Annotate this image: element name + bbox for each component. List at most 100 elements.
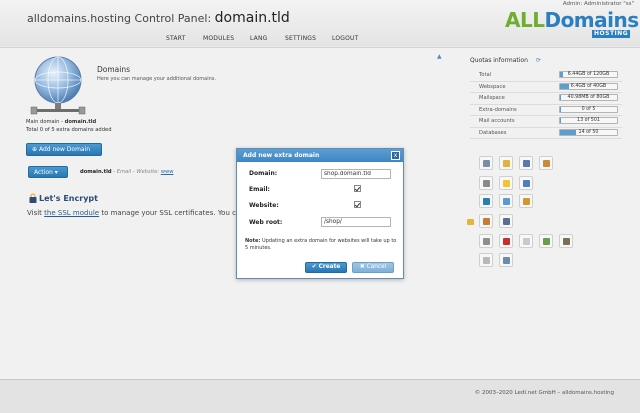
users-icon[interactable] bbox=[479, 156, 493, 170]
letsencrypt-title: Let's Encrypt bbox=[26, 194, 98, 203]
row-domain-meta: - Email - Website: bbox=[113, 169, 160, 175]
add-domain-button[interactable]: ⊕ Add new Domain bbox=[26, 143, 102, 156]
nav-settings[interactable]: SETTINGS bbox=[285, 35, 316, 42]
main-domain-line: Main domain - domain.tld bbox=[26, 119, 96, 125]
quota-value: 6.44GB of 120GB bbox=[567, 72, 610, 77]
create-button[interactable]: ✔ Create bbox=[305, 262, 347, 273]
folder-icon-glyph bbox=[503, 160, 510, 167]
lock-icon[interactable] bbox=[519, 194, 533, 208]
refresh-icon[interactable]: ⟳ bbox=[536, 57, 541, 64]
quota-value: 6.4GB of 40GB bbox=[570, 83, 607, 89]
footer: © 2003–2020 LedI.net GmbH – alldomains.h… bbox=[0, 379, 640, 413]
wordpress-icon[interactable] bbox=[479, 194, 493, 208]
quota-bar: 0 of 5 bbox=[559, 105, 618, 113]
chart-icon-glyph bbox=[543, 238, 550, 245]
globe-icon-glyph bbox=[503, 198, 510, 205]
folder-picker-icon[interactable] bbox=[467, 219, 474, 225]
le-text-suffix: to manage your SSL certificates. You can bbox=[101, 209, 237, 217]
quota-label: Mail accounts bbox=[479, 118, 515, 124]
tools-icon-glyph bbox=[483, 180, 490, 187]
quota-bar: 13 of 501 bbox=[559, 117, 618, 124]
close-icon[interactable]: x bbox=[391, 151, 400, 160]
folder-icon[interactable] bbox=[499, 156, 513, 170]
email-checkbox[interactable] bbox=[354, 185, 361, 192]
chart-icon[interactable] bbox=[539, 234, 553, 248]
database-icon-glyph bbox=[483, 238, 490, 245]
nav-logout[interactable]: LOGOUT bbox=[332, 35, 358, 42]
blocks-icon-glyph bbox=[503, 218, 510, 225]
image-icon-glyph bbox=[563, 238, 570, 245]
row-www-link[interactable]: www bbox=[161, 169, 174, 175]
package-icon[interactable] bbox=[539, 156, 553, 170]
notes-icon[interactable] bbox=[479, 253, 493, 267]
dialog-note: Note: Updating an extra domain for websi… bbox=[245, 238, 397, 252]
section-title: Domains bbox=[97, 65, 131, 74]
main-domain-value: domain.tld bbox=[64, 119, 97, 125]
domain-label: Domain: bbox=[249, 170, 278, 177]
section-description: Here you can manage your additional doma… bbox=[97, 76, 216, 82]
delete-icon-glyph bbox=[503, 238, 510, 245]
logo-domains: Domains bbox=[544, 8, 639, 32]
blocks-icon[interactable] bbox=[499, 214, 513, 228]
ssl-module-link[interactable]: the SSL module bbox=[44, 209, 99, 217]
quota-label: Total bbox=[479, 72, 492, 78]
quota-row: Databases 14 of 50 bbox=[470, 128, 620, 138]
main-nav: START MODULES LANG SETTINGS LOGOUT bbox=[0, 30, 640, 46]
quota-bar: 6.44GB of 120GB bbox=[559, 71, 618, 78]
delete-icon[interactable] bbox=[499, 234, 513, 248]
website-checkbox[interactable] bbox=[354, 201, 361, 208]
nav-modules[interactable]: MODULES bbox=[203, 35, 234, 42]
letsencrypt-text: Visit the SSL module to manage your SSL … bbox=[27, 209, 237, 217]
quota-bar: 6.4GB of 40GB bbox=[559, 82, 618, 90]
note-label: Note: bbox=[245, 238, 261, 244]
quota-label: Mailspace bbox=[479, 95, 505, 101]
quota-row: Webspace 6.4GB of 40GB bbox=[470, 82, 620, 92]
chevron-down-icon: ▾ bbox=[54, 169, 58, 176]
footer-copyright: © 2003–2020 LedI.net GmbH – alldomains.h… bbox=[474, 390, 614, 396]
search-icon[interactable] bbox=[499, 253, 513, 267]
webroot-input[interactable]: /shop/ bbox=[321, 217, 474, 227]
domain-input[interactable] bbox=[321, 169, 391, 179]
action-dropdown-button[interactable]: Action ▾ bbox=[28, 166, 68, 178]
wordpress-icon-glyph bbox=[483, 198, 490, 205]
settings-icon[interactable] bbox=[519, 156, 533, 170]
settings-icon-glyph bbox=[523, 160, 530, 167]
bulb-icon-glyph bbox=[503, 180, 510, 187]
image-icon[interactable] bbox=[559, 234, 573, 248]
dialog-header: Add new extra domain x bbox=[237, 149, 403, 162]
cancel-icon: ✖ bbox=[359, 264, 367, 270]
globe-icon[interactable] bbox=[499, 194, 513, 208]
quota-bar: 40.98MB of 80GB bbox=[559, 94, 618, 101]
dialog-title: Add new extra domain bbox=[243, 152, 320, 159]
tools-icon[interactable] bbox=[479, 176, 493, 190]
document-icon-glyph bbox=[523, 238, 530, 245]
webroot-label: Web root: bbox=[249, 219, 283, 226]
quota-row: Mailspace 40.98MB of 80GB bbox=[470, 93, 620, 103]
quota-row: Extra-domains 0 of 5 bbox=[470, 105, 620, 115]
nav-lang[interactable]: LANG bbox=[250, 35, 268, 42]
notes-icon-glyph bbox=[483, 257, 490, 264]
row-domain-name: domain.tld bbox=[80, 169, 112, 175]
website-label: Website: bbox=[249, 202, 279, 209]
logo-all: ALL bbox=[505, 8, 545, 32]
paint-icon[interactable] bbox=[479, 214, 493, 228]
create-label: Create bbox=[318, 264, 341, 270]
bulb-icon[interactable] bbox=[499, 176, 513, 190]
action-label: Action bbox=[34, 169, 53, 176]
quota-value: 0 of 5 bbox=[581, 106, 596, 112]
quotas-title-text: Quotas information bbox=[470, 57, 528, 64]
network-icon[interactable] bbox=[519, 176, 533, 190]
webroot-value: /shop/ bbox=[324, 219, 342, 225]
nav-start[interactable]: START bbox=[166, 35, 186, 42]
letsencrypt-title-text: Let's Encrypt bbox=[39, 194, 98, 203]
add-icon: ⊕ bbox=[32, 146, 38, 153]
database-icon[interactable] bbox=[479, 234, 493, 248]
collapse-arrow-icon[interactable]: ▲ bbox=[437, 53, 442, 60]
quota-label: Extra-domains bbox=[479, 106, 517, 113]
network-icon-glyph bbox=[523, 180, 530, 187]
document-icon[interactable] bbox=[519, 234, 533, 248]
cancel-button[interactable]: ✖ Cancel bbox=[352, 262, 394, 273]
paint-icon-glyph bbox=[483, 218, 490, 225]
quota-value: 13 of 501 bbox=[577, 118, 600, 123]
search-icon-glyph bbox=[503, 257, 510, 264]
